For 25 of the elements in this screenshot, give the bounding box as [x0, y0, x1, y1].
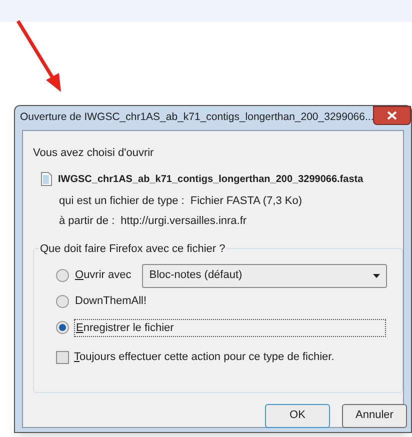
caret-icon	[373, 274, 380, 278]
dialog-button[interactable]: OK	[265, 404, 330, 428]
access-key: T	[74, 351, 80, 364]
type-value: Fichier FASTA (7,3 Ko)	[190, 194, 302, 208]
checkbox-label[interactable]: Toujours effectuer cette action pour ce type de fichier.	[74, 349, 334, 366]
type-label: qui est un fichier de type :	[59, 194, 184, 208]
close-button[interactable]	[373, 106, 411, 125]
source-value: http://urgi.versailles.inra.fr	[120, 214, 247, 229]
intro-text: Vous avez choisi d'ouvrir	[33, 146, 155, 161]
option-label[interactable]: DownThemAll!	[74, 293, 148, 310]
window-title: Ouverture de IWGSC_chr1AS_ab_k71_contigs_longerthan_200_3299066...	[20, 110, 374, 126]
application-dropdown[interactable]: Bloc-notes (défaut)	[142, 264, 388, 288]
access-key: E	[76, 322, 84, 334]
dialog-button[interactable]: Annuler	[342, 404, 407, 428]
file-name: IWGSC_chr1AS_ab_k71_contigs_longerthan_200_3299066.fasta	[58, 172, 364, 186]
radio-button[interactable]	[56, 321, 69, 334]
close-icon	[387, 111, 397, 120]
access-key: O	[75, 269, 84, 282]
radio-button[interactable]	[56, 269, 69, 282]
radio-button[interactable]	[56, 295, 69, 308]
source-label: à partir de :	[59, 214, 115, 229]
option-label[interactable]: Ouvrir avec	[74, 267, 132, 284]
checkbox[interactable]	[56, 351, 69, 364]
file-icon	[41, 172, 52, 186]
option-label[interactable]: Enregistrer le fichier	[74, 318, 386, 336]
